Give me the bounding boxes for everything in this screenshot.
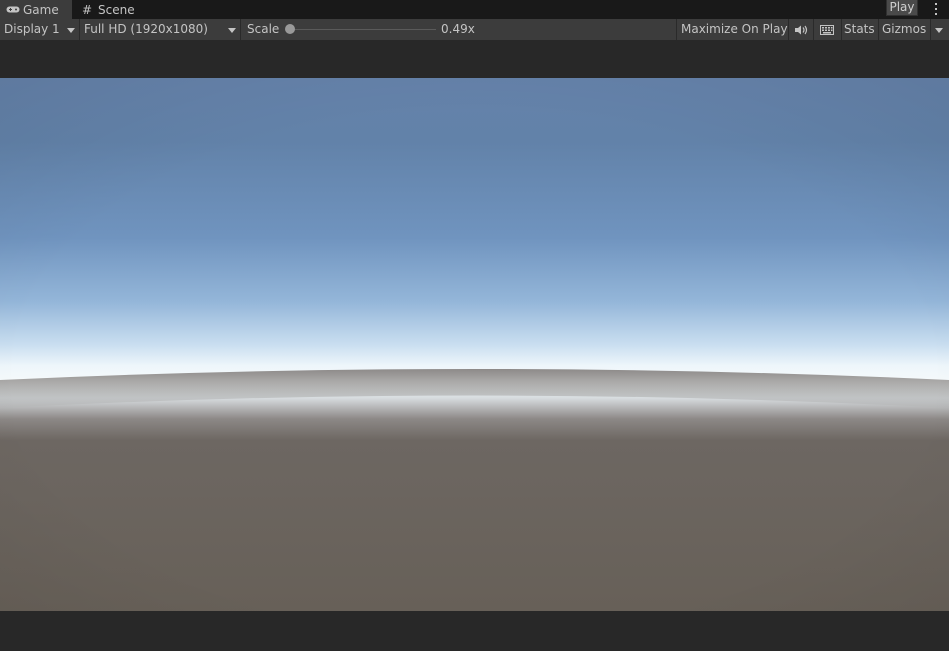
grid-icon: #: [82, 3, 93, 17]
game-render: [0, 78, 949, 611]
divider: [878, 19, 879, 40]
tab-scene[interactable]: # Scene: [76, 0, 146, 19]
gizmos-dropdown[interactable]: [931, 20, 949, 39]
stats-toggle[interactable]: Stats: [844, 20, 875, 39]
divider: [841, 19, 842, 40]
tab-bar: Game # Scene Play: [0, 0, 949, 19]
resolution-dropdown-value: Full HD (1920x1080): [84, 22, 208, 36]
tab-game[interactable]: Game: [0, 0, 72, 19]
divider: [676, 19, 677, 40]
display-dropdown-value: Display 1: [4, 22, 60, 36]
play-button[interactable]: Play: [886, 0, 918, 16]
divider: [240, 19, 241, 40]
scale-value: 0.49x: [441, 20, 475, 39]
display-dropdown[interactable]: Display 1: [0, 20, 79, 39]
scale-slider-track[interactable]: [290, 29, 436, 30]
resolution-dropdown[interactable]: Full HD (1920x1080): [80, 20, 240, 39]
keyboard-icon: [820, 25, 834, 35]
tab-scene-label: Scene: [98, 3, 135, 17]
game-toolbar: Display 1 Full HD (1920x1080) Scale 0.49…: [0, 19, 949, 41]
chevron-down-icon: [935, 28, 943, 33]
mute-audio-toggle[interactable]: [789, 20, 813, 39]
scale-label: Scale: [247, 20, 280, 39]
vignette: [0, 78, 949, 611]
gizmos-toggle[interactable]: Gizmos: [882, 20, 927, 39]
tab-game-label: Game: [23, 3, 59, 17]
chevron-down-icon: [228, 28, 236, 33]
gamepad-icon: [6, 6, 20, 13]
scale-slider-handle[interactable]: [285, 24, 295, 34]
more-options-icon[interactable]: [931, 2, 941, 16]
chevron-down-icon: [67, 28, 75, 33]
maximize-on-play-toggle[interactable]: Maximize On Play: [681, 20, 788, 39]
speaker-icon: [795, 25, 808, 35]
shortcuts-toggle[interactable]: [814, 20, 841, 39]
